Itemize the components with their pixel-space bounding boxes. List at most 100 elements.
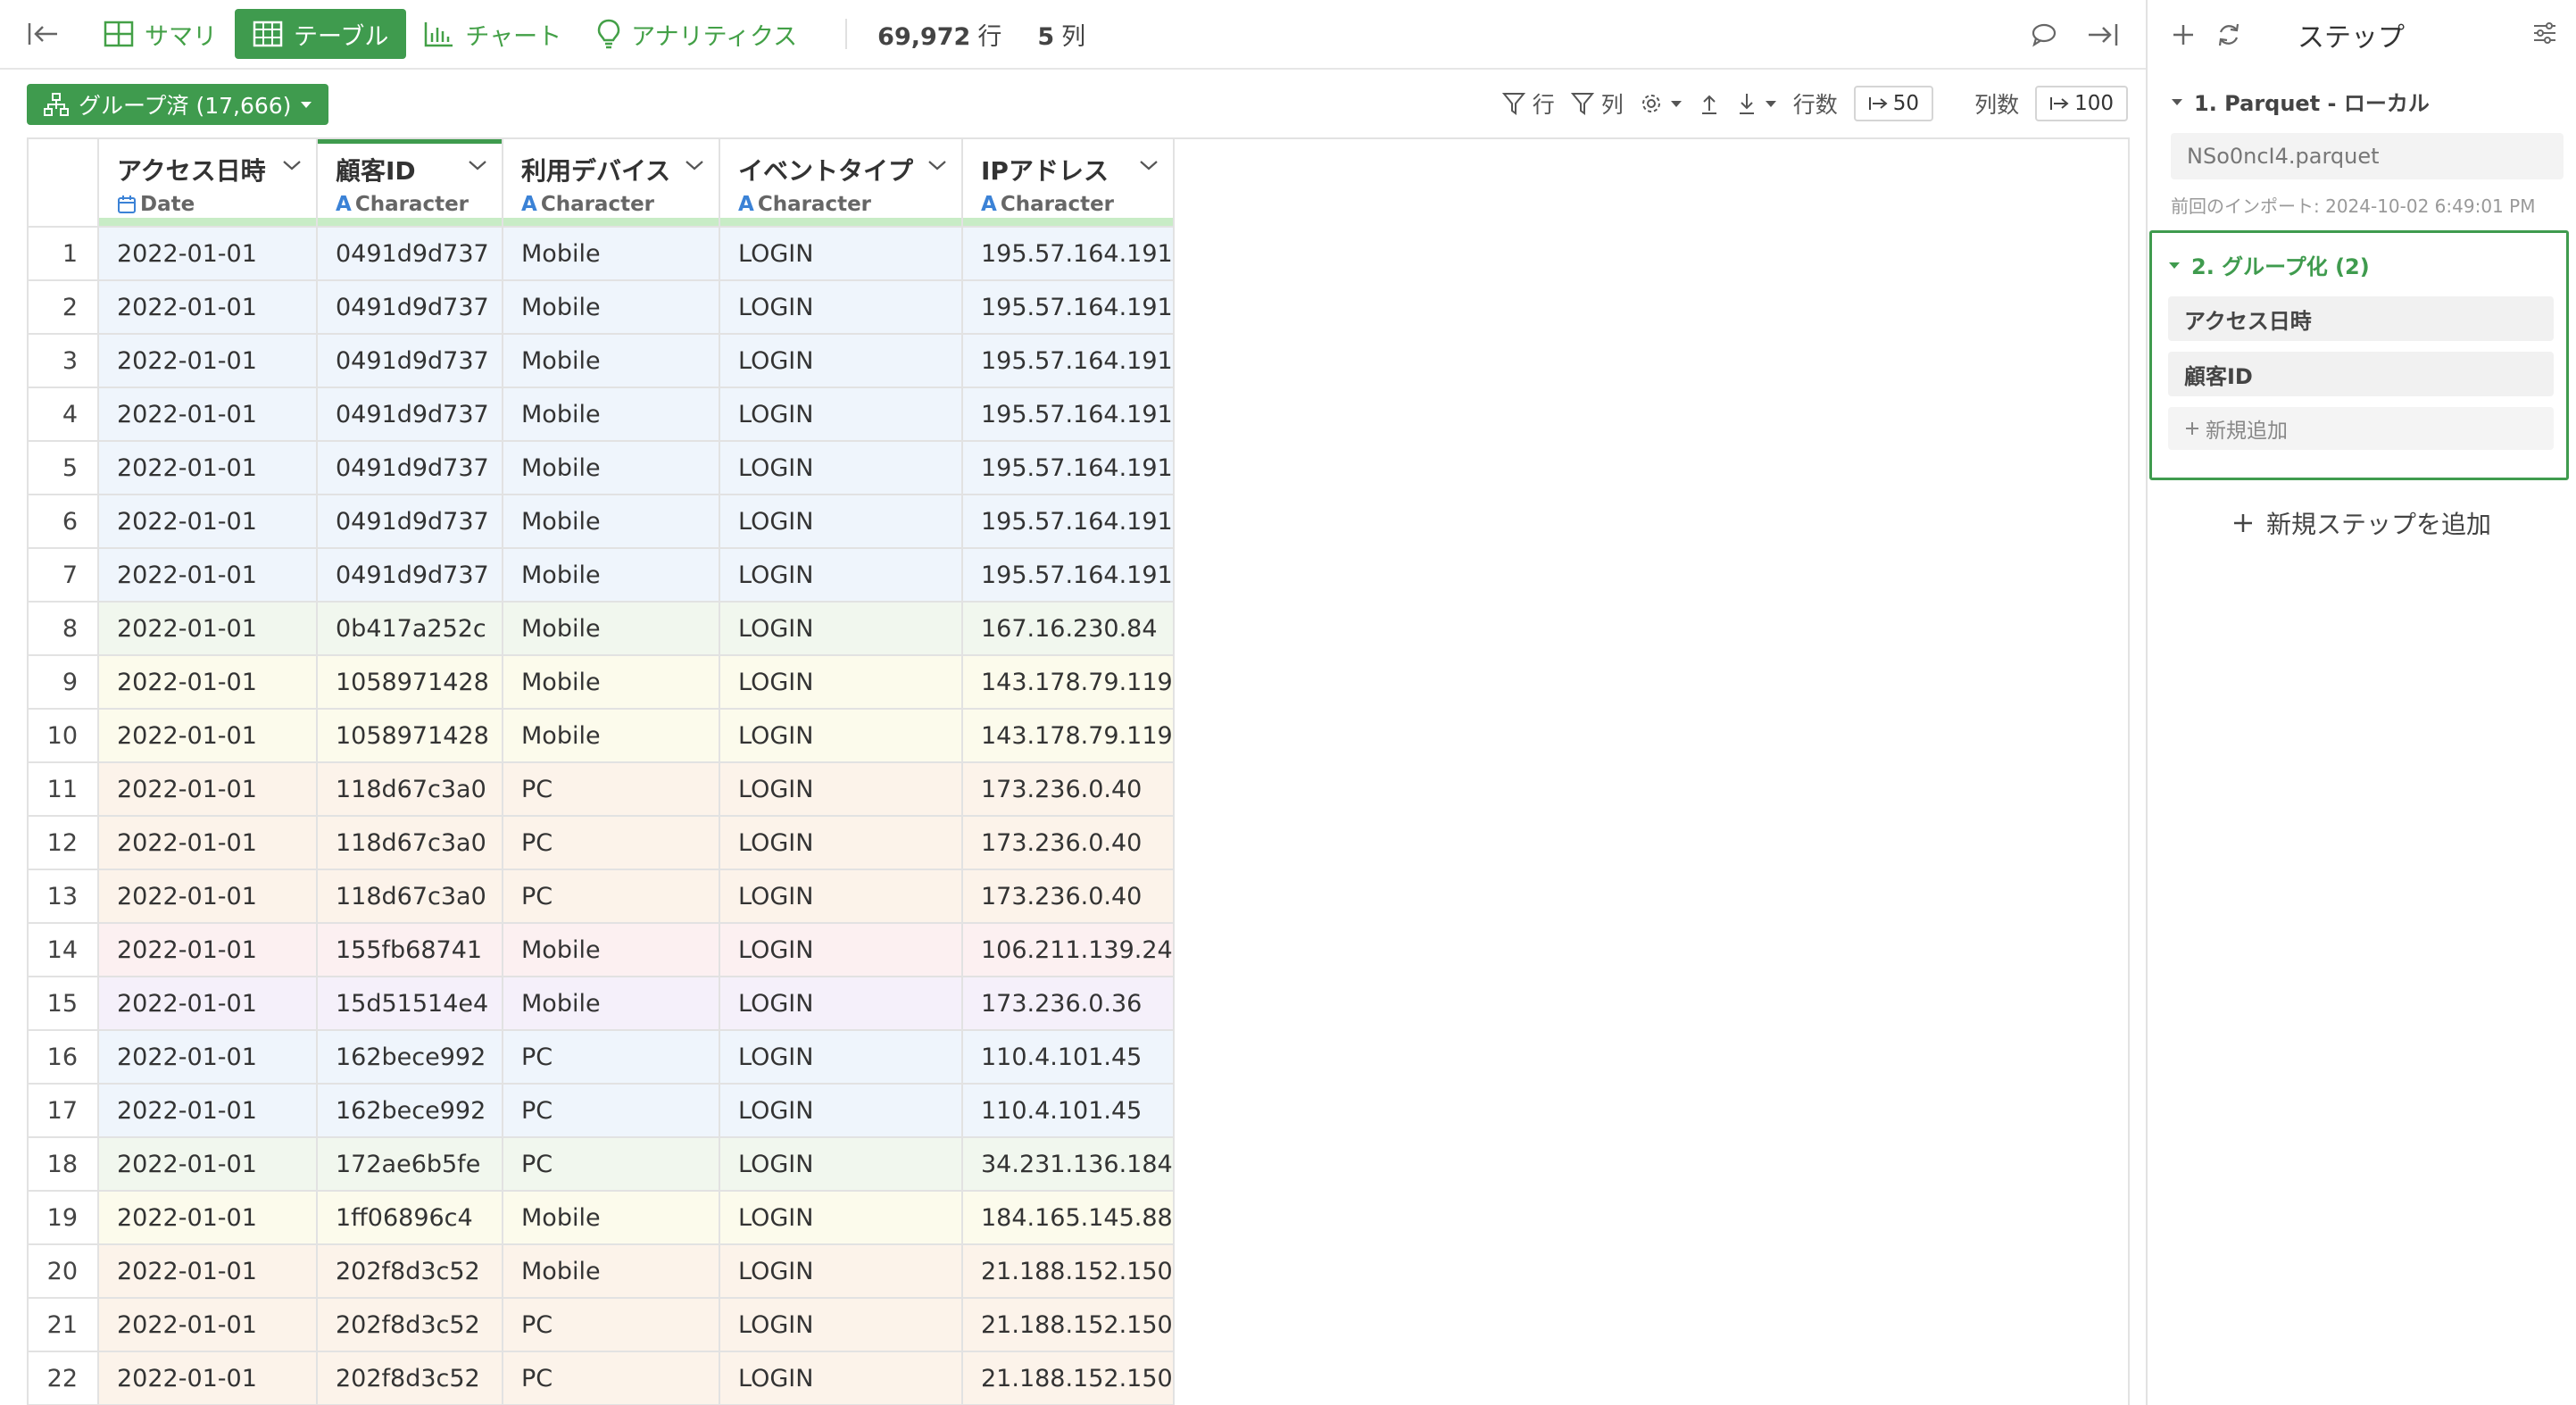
table-cell[interactable]: LOGIN (719, 548, 963, 603)
settings-dropdown[interactable] (1640, 92, 1683, 115)
add-group-key-button[interactable]: 新規追加 (2168, 407, 2554, 450)
table-cell[interactable]: Mobile (503, 387, 720, 442)
table-cell[interactable]: Mobile (503, 977, 720, 1031)
table-cell[interactable]: 21.188.152.150 (962, 1298, 1175, 1352)
table-cell[interactable]: Mobile (503, 1191, 720, 1245)
table-cell[interactable]: 2022-01-01 (98, 334, 318, 388)
table-cell[interactable]: 143.178.79.119 (962, 709, 1175, 763)
table-cell[interactable]: 0491d9d737 (317, 548, 503, 603)
table-cell[interactable]: 2022-01-01 (98, 441, 318, 495)
table-cell[interactable]: 0b417a252c (317, 602, 503, 656)
table-cell[interactable]: Mobile (503, 280, 720, 335)
refresh-icon[interactable] (2215, 21, 2242, 48)
table-row[interactable]: 10 2022-01-01 1058971428 Mobile LOGIN 143.178… (29, 709, 1192, 763)
table-row[interactable]: 1 2022-01-01 0491d9d737 Mobile LOGIN 195.57.1… (29, 227, 1192, 281)
download-dropdown[interactable] (1736, 91, 1777, 116)
table-cell[interactable]: LOGIN (719, 1084, 963, 1138)
comment-icon[interactable] (2024, 15, 2064, 54)
table-cell[interactable]: 2022-01-01 (98, 816, 318, 870)
chevron-down-icon[interactable] (685, 159, 704, 171)
tab-chart[interactable]: チャート (406, 9, 579, 59)
table-cell[interactable]: PC (503, 762, 720, 817)
table-cell[interactable]: 2022-01-01 (98, 1030, 318, 1085)
add-step-button[interactable]: 新規ステップを追加 (2148, 505, 2576, 541)
table-row[interactable]: 9 2022-01-01 1058971428 Mobile LOGIN 143.178.… (29, 655, 1192, 710)
table-cell[interactable]: PC (503, 1030, 720, 1085)
table-cell[interactable]: 2022-01-01 (98, 602, 318, 656)
column-header-customer-id[interactable]: 顧客ID A Character (317, 139, 503, 228)
tab-summary[interactable]: サマリ (86, 9, 235, 59)
table-cell[interactable]: 0491d9d737 (317, 387, 503, 442)
cols-count-input[interactable]: 100 (2035, 86, 2128, 121)
rows-count-input[interactable]: 50 (1853, 86, 1934, 121)
step-parquet-local[interactable]: 1. Parquet - ローカル NSo0ncI4.parquet 前回のイン… (2171, 86, 2564, 218)
table-cell[interactable]: LOGIN (719, 1030, 963, 1085)
column-header-device[interactable]: 利用デバイス A Character (503, 139, 720, 228)
table-cell[interactable]: 2022-01-01 (98, 977, 318, 1031)
table-row[interactable]: 6 2022-01-01 0491d9d737 Mobile LOGIN 195.57.1… (29, 495, 1192, 549)
table-row[interactable]: 20 2022-01-01 202f8d3c52 Mobile LOGIN 21.188.… (29, 1244, 1192, 1299)
table-cell[interactable]: 2022-01-01 (98, 548, 318, 603)
table-cell[interactable]: 2022-01-01 (98, 1191, 318, 1245)
table-cell[interactable]: 2022-01-01 (98, 227, 318, 281)
table-row[interactable]: 15 2022-01-01 15d51514e4 Mobile LOGIN 173.236… (29, 977, 1192, 1031)
table-cell[interactable]: LOGIN (719, 441, 963, 495)
table-cell[interactable]: Mobile (503, 441, 720, 495)
table-cell[interactable]: Mobile (503, 548, 720, 603)
table-cell[interactable]: 118d67c3a0 (317, 762, 503, 817)
table-cell[interactable]: 2022-01-01 (98, 709, 318, 763)
table-cell[interactable]: PC (503, 1298, 720, 1352)
table-cell[interactable]: 2022-01-01 (98, 1084, 318, 1138)
table-row[interactable]: 7 2022-01-01 0491d9d737 Mobile LOGIN 195.57.1… (29, 548, 1192, 603)
table-cell[interactable]: 173.236.0.40 (962, 869, 1175, 924)
table-cell[interactable]: 118d67c3a0 (317, 869, 503, 924)
group-key-customer-id[interactable]: 顧客ID (2168, 352, 2554, 396)
table-row[interactable]: 12 2022-01-01 118d67c3a0 PC LOGIN 173.236.0.4… (29, 816, 1192, 870)
tab-analytics[interactable]: アナリティクス (579, 9, 815, 59)
table-cell[interactable]: LOGIN (719, 1244, 963, 1299)
table-cell[interactable]: 21.188.152.150 (962, 1244, 1175, 1299)
table-cell[interactable]: 2022-01-01 (98, 495, 318, 549)
table-cell[interactable]: 2022-01-01 (98, 1351, 318, 1405)
table-cell[interactable]: 1ff06896c4 (317, 1191, 503, 1245)
table-cell[interactable]: Mobile (503, 602, 720, 656)
row-filter-button[interactable]: 行 (1501, 87, 1555, 120)
table-cell[interactable]: 2022-01-01 (98, 1298, 318, 1352)
table-row[interactable]: 14 2022-01-01 155fb68741 Mobile LOGIN 106.211… (29, 923, 1192, 977)
collapse-left-icon[interactable] (23, 14, 62, 54)
table-cell[interactable]: PC (503, 1084, 720, 1138)
table-cell[interactable]: LOGIN (719, 709, 963, 763)
table-cell[interactable]: PC (503, 1351, 720, 1405)
table-row[interactable]: 21 2022-01-01 202f8d3c52 PC LOGIN 21.188.152.… (29, 1298, 1192, 1352)
settings-sliders-icon[interactable] (2531, 20, 2558, 46)
table-row[interactable]: 3 2022-01-01 0491d9d737 Mobile LOGIN 195.57.1… (29, 334, 1192, 388)
table-cell[interactable]: Mobile (503, 923, 720, 977)
table-cell[interactable]: 106.211.139.24 (962, 923, 1175, 977)
table-cell[interactable]: LOGIN (719, 816, 963, 870)
table-cell[interactable]: 173.236.0.40 (962, 762, 1175, 817)
table-cell[interactable]: LOGIN (719, 1137, 963, 1192)
table-cell[interactable]: LOGIN (719, 387, 963, 442)
table-cell[interactable]: LOGIN (719, 602, 963, 656)
table-cell[interactable]: 195.57.164.191 (962, 280, 1175, 335)
table-cell[interactable]: LOGIN (719, 280, 963, 335)
table-cell[interactable]: 2022-01-01 (98, 1244, 318, 1299)
table-cell[interactable]: Mobile (503, 1244, 720, 1299)
step-group-by[interactable]: 2. グループ化 (2) アクセス日時 顧客ID 新規追加 (2149, 230, 2569, 480)
table-cell[interactable]: PC (503, 869, 720, 924)
table-cell[interactable]: LOGIN (719, 495, 963, 549)
table-row[interactable]: 2 2022-01-01 0491d9d737 Mobile LOGIN 195.57.1… (29, 280, 1192, 335)
table-cell[interactable]: Mobile (503, 334, 720, 388)
table-cell[interactable]: 110.4.101.45 (962, 1084, 1175, 1138)
table-cell[interactable]: 2022-01-01 (98, 923, 318, 977)
table-cell[interactable]: 195.57.164.191 (962, 227, 1175, 281)
table-cell[interactable]: 2022-01-01 (98, 387, 318, 442)
table-cell[interactable]: Mobile (503, 709, 720, 763)
table-cell[interactable]: Mobile (503, 227, 720, 281)
caret-down-icon[interactable] (2168, 261, 2181, 270)
table-cell[interactable]: 2022-01-01 (98, 869, 318, 924)
chevron-down-icon[interactable] (927, 159, 947, 171)
table-cell[interactable]: 34.231.136.184 (962, 1137, 1175, 1192)
table-row[interactable]: 16 2022-01-01 162bece992 PC LOGIN 110.4.101.4… (29, 1030, 1192, 1085)
table-cell[interactable]: 0491d9d737 (317, 280, 503, 335)
